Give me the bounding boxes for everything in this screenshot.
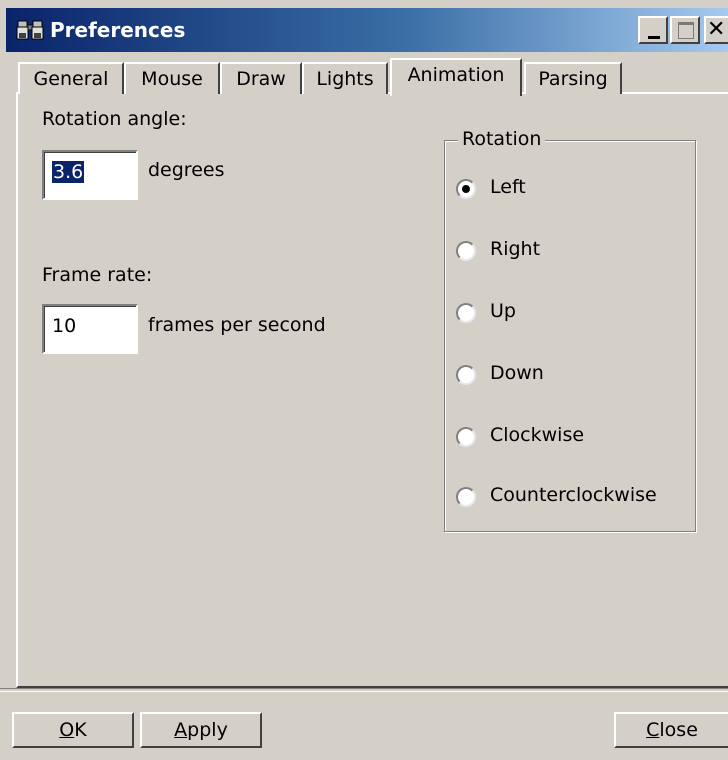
window-title: Preferences — [50, 18, 186, 42]
radio-indicator[interactable] — [456, 241, 476, 261]
rotation-group-label: Rotation — [458, 128, 546, 150]
radio-indicator[interactable] — [456, 365, 476, 385]
rotation-counterclockwise-label[interactable]: Counterclockwise — [490, 484, 657, 506]
rotation-up-label[interactable]: Up — [490, 300, 516, 322]
button-separator — [0, 688, 728, 692]
rotation-angle-input[interactable]: 3.6 — [42, 150, 138, 200]
rotation-right-label[interactable]: Right — [490, 238, 540, 260]
title-bar[interactable]: Preferences — [6, 8, 728, 52]
radio-indicator[interactable] — [456, 179, 476, 199]
close-button[interactable]: Close — [614, 712, 728, 748]
tab-lights[interactable]: Lights — [302, 62, 388, 94]
rotation-group-box — [444, 140, 696, 532]
ok-label-rest: K — [74, 719, 87, 741]
tab-parsing[interactable]: Parsing — [524, 62, 622, 94]
rotation-angle-value: 3.6 — [52, 161, 85, 183]
tab-draw[interactable]: Draw — [220, 62, 302, 94]
binoculars-icon — [16, 20, 44, 40]
radio-indicator[interactable] — [456, 303, 476, 323]
ok-mnemonic: O — [59, 719, 75, 741]
maximize-button[interactable] — [670, 16, 700, 44]
radio-indicator[interactable] — [456, 487, 476, 507]
frame-rate-unit: frames per second — [148, 314, 326, 336]
frame-rate-input[interactable]: 10 — [42, 304, 138, 354]
close-label-rest: lose — [659, 719, 698, 741]
rotation-left-label[interactable]: Left — [490, 176, 526, 198]
radio-indicator[interactable] — [456, 427, 476, 447]
rotation-angle-label: Rotation angle: — [42, 108, 187, 130]
apply-mnemonic: A — [174, 719, 188, 741]
apply-button[interactable]: Apply — [140, 712, 262, 748]
preferences-window: Preferences General Mouse Draw Lights An… — [0, 0, 728, 760]
frame-rate-label: Frame rate: — [42, 264, 153, 286]
tab-general[interactable]: General — [18, 62, 124, 94]
rotation-down-label[interactable]: Down — [490, 362, 544, 384]
close-mnemonic: C — [646, 719, 660, 741]
apply-label-rest: pply — [187, 719, 228, 741]
rotation-angle-unit: degrees — [148, 159, 225, 181]
close-window-button[interactable] — [704, 16, 728, 44]
tab-animation[interactable]: Animation — [390, 58, 522, 96]
minimize-button[interactable] — [638, 16, 668, 44]
ok-button[interactable]: OK — [12, 712, 134, 748]
tab-mouse[interactable]: Mouse — [124, 62, 220, 94]
frame-rate-value: 10 — [52, 315, 77, 337]
rotation-clockwise-label[interactable]: Clockwise — [490, 424, 584, 446]
